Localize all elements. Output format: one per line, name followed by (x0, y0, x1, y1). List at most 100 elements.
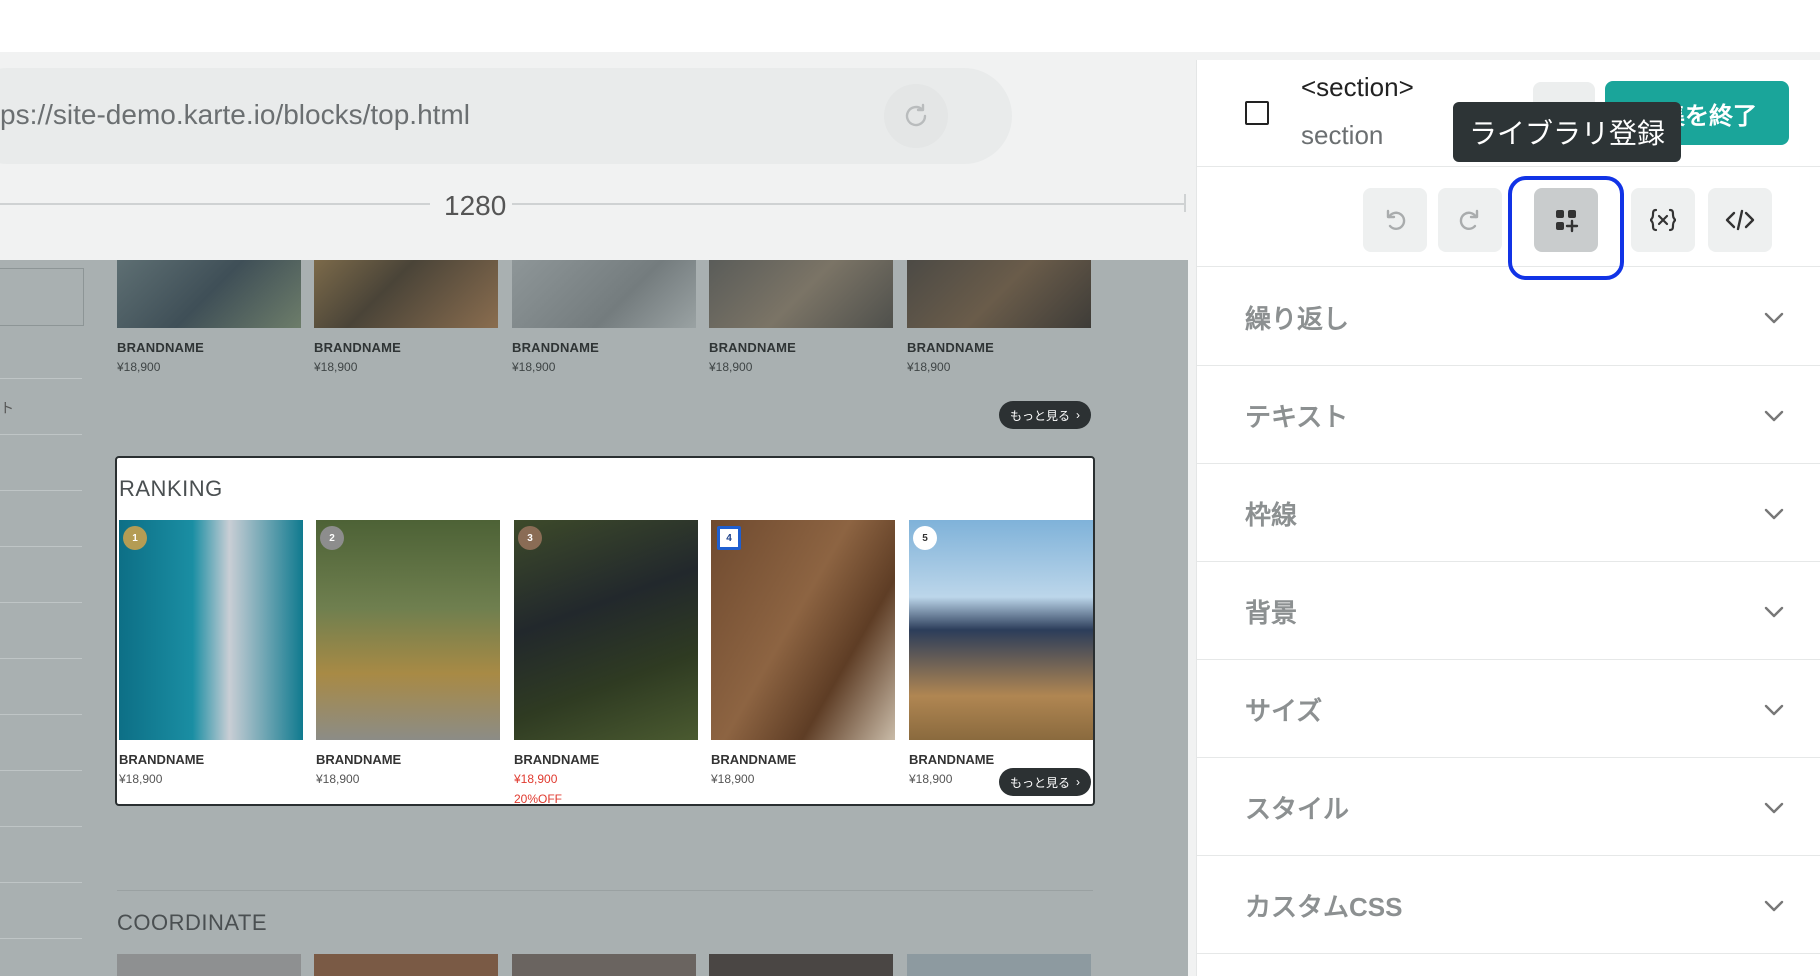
width-ruler: 1280 (0, 186, 1188, 222)
section-divider (117, 890, 1093, 891)
accordion-repeat[interactable]: 繰り返し (1197, 267, 1820, 366)
ranking-card[interactable]: 4 BRANDNAME ¥18,900 (711, 520, 895, 786)
product-image[interactable] (314, 260, 498, 328)
accordion-size[interactable]: サイズ (1197, 659, 1820, 758)
reload-button[interactable] (884, 84, 948, 148)
accordion-label: テキスト (1245, 402, 1349, 432)
undo-button[interactable] (1363, 188, 1427, 252)
product-brand: BRANDNAME (316, 752, 402, 767)
chevron-down-icon (1764, 606, 1784, 618)
product-price: ¥18,900 (512, 360, 556, 374)
coordinate-image[interactable] (314, 954, 498, 976)
sidebar-divider (0, 546, 82, 547)
sidebar-divider (0, 938, 82, 939)
accordion-label: スタイル (1245, 794, 1350, 824)
sidebar-divider (0, 490, 82, 491)
sidebar-divider (0, 378, 82, 379)
product-image[interactable] (512, 260, 696, 328)
sidebar-divider (0, 882, 82, 883)
product-image[interactable] (709, 260, 893, 328)
window-top-bar (0, 0, 1820, 52)
product-image[interactable]: 1 (119, 520, 303, 740)
sidebar-divider (0, 826, 82, 827)
accordion-style[interactable]: スタイル (1197, 757, 1820, 856)
product-price: ¥18,900 (119, 772, 163, 786)
chevron-down-icon (1764, 704, 1784, 716)
page-canvas-overlay[interactable]: ト BRANDNAME ¥18,900 BRANDNAME ¥18,900 BR… (0, 260, 1188, 976)
chevron-down-icon (1764, 410, 1784, 422)
product-brand: BRANDNAME (117, 340, 205, 355)
redo-button[interactable] (1438, 188, 1502, 252)
tooltip: ライブラリ登録 (1453, 102, 1682, 162)
accordion-label: 繰り返し (1245, 304, 1350, 334)
code-button[interactable] (1708, 188, 1772, 252)
product-brand: BRANDNAME (314, 340, 402, 355)
library-add-icon (1556, 210, 1579, 233)
product-price: ¥18,900 (907, 360, 951, 374)
ranking-card[interactable]: 3 BRANDNAME ¥18,900 20%OFF (514, 520, 698, 804)
ranking-card[interactable]: 1 BRANDNAME ¥18,900 (119, 520, 303, 786)
product-brand: BRANDNAME (909, 752, 995, 767)
product-image[interactable]: 3 (514, 520, 698, 740)
more-button[interactable]: もっと見る › (999, 401, 1091, 429)
accordion-label: サイズ (1245, 696, 1323, 726)
accordion-label: 背景 (1245, 598, 1298, 628)
chevron-right-icon: › (1076, 408, 1080, 422)
library-register-button[interactable] (1534, 188, 1598, 252)
product-price: ¥18,900 (117, 360, 161, 374)
url-text[interactable]: ps://site-demo.karte.io/blocks/top.html (0, 99, 470, 131)
ranking-card[interactable]: 5 BRANDNAME ¥18,900 (909, 520, 1093, 786)
product-image[interactable]: 2 (316, 520, 500, 740)
chevron-right-icon: › (1076, 775, 1080, 789)
editor-panel: <section> section 編集を終了 ライブラリ登録 繰り返し テキス… (1196, 60, 1820, 976)
ruler-width-label: 1280 (438, 190, 513, 222)
accordion-text[interactable]: テキスト (1197, 365, 1820, 464)
more-button-label: もっと見る (1009, 408, 1070, 423)
reload-icon (905, 103, 927, 127)
chevron-down-icon (1764, 900, 1784, 912)
page-sidebar-box (0, 268, 84, 326)
variable-icon (1649, 208, 1677, 232)
coordinate-image[interactable] (512, 954, 696, 976)
rank-badge: 3 (518, 526, 542, 550)
more-button[interactable]: もっと見る › (999, 768, 1091, 796)
product-image[interactable] (907, 260, 1091, 328)
element-toolbar (1197, 166, 1820, 280)
chevron-down-icon (1764, 312, 1784, 324)
accordion-custom-css[interactable]: カスタムCSS (1197, 855, 1820, 954)
product-image[interactable] (117, 260, 301, 328)
coordinate-image[interactable] (907, 954, 1091, 976)
coordinate-image[interactable] (709, 954, 893, 976)
code-icon (1725, 209, 1755, 231)
sidebar-text: ト (0, 400, 14, 416)
chevron-down-icon (1764, 802, 1784, 814)
rank-badge: 1 (123, 526, 147, 550)
ruler-line-right (512, 203, 1186, 205)
accordion-background[interactable]: 背景 (1197, 561, 1820, 660)
sidebar-divider (0, 714, 82, 715)
accordion-label: カスタムCSS (1245, 892, 1403, 922)
ranking-card[interactable]: 2 BRANDNAME ¥18,900 (316, 520, 500, 786)
more-button-label: もっと見る (1009, 775, 1070, 790)
rank-badge: 5 (913, 526, 937, 550)
url-bar[interactable]: ps://site-demo.karte.io/blocks/top.html (0, 68, 1012, 164)
panel-header: <section> section 編集を終了 ライブラリ登録 (1197, 60, 1820, 167)
accordion-border[interactable]: 枠線 (1197, 463, 1820, 562)
variable-button[interactable] (1631, 188, 1695, 252)
selected-element-tag: <section> (1301, 72, 1414, 102)
ranking-section[interactable]: RANKING 1 BRANDNAME ¥18,900 2 BRANDNAME … (115, 456, 1095, 806)
rank-badge-selected[interactable]: 4 (717, 526, 741, 550)
coordinate-image[interactable] (117, 954, 301, 976)
select-checkbox[interactable] (1245, 101, 1269, 125)
sidebar-divider (0, 602, 82, 603)
product-brand: BRANDNAME (119, 752, 205, 767)
rank-badge: 2 (320, 526, 344, 550)
accordion-label: 枠線 (1245, 500, 1298, 530)
selected-element-class: section (1301, 120, 1384, 150)
coordinate-title: COORDINATE (117, 910, 268, 935)
redo-icon (1459, 209, 1479, 230)
discount-label: 20%OFF (514, 792, 563, 806)
product-image[interactable]: 5 (909, 520, 1093, 740)
chevron-down-icon (1764, 508, 1784, 520)
product-image[interactable]: 4 (711, 520, 895, 740)
